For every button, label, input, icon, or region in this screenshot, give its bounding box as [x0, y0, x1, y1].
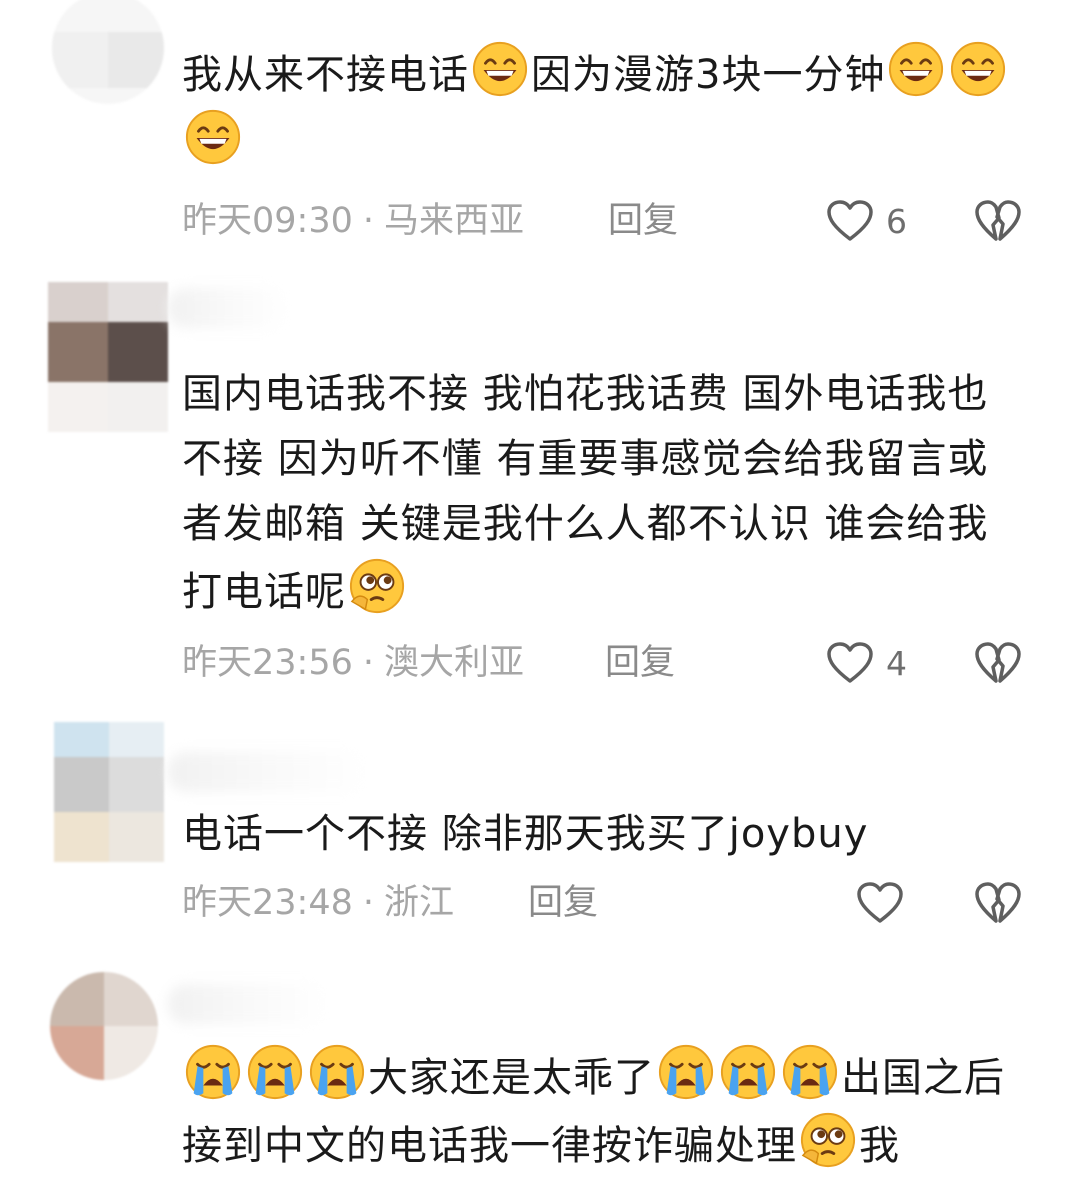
meta-separator: ·	[362, 643, 375, 683]
avatar[interactable]	[50, 972, 158, 1080]
dislike-button[interactable]	[974, 878, 1022, 928]
comment-meta: 昨天23:56 · 澳大利亚	[182, 638, 524, 688]
grin-emoji	[887, 40, 945, 98]
comment-text-segment: 电话一个不接 除非那天我买了joybuy	[182, 811, 869, 857]
username-redacted	[168, 984, 328, 1024]
broken-heart-icon	[974, 881, 1022, 925]
grin-emoji	[949, 40, 1007, 98]
comment-time: 昨天23:56	[182, 643, 353, 683]
crying-emoji	[184, 1043, 242, 1101]
comment-text-segment: 我从来不接电话	[182, 52, 469, 98]
meta-separator: ·	[362, 201, 375, 241]
pleading-emoji	[799, 1111, 857, 1169]
reply-button[interactable]: 回复	[605, 638, 675, 688]
comment-meta: 昨天09:30 · 马来西亚	[182, 196, 524, 246]
comment-text-segment: 大家还是太乖了	[368, 1055, 655, 1101]
crying-emoji	[308, 1043, 366, 1101]
crying-emoji	[781, 1043, 839, 1101]
pleading-emoji	[348, 557, 406, 615]
comment-text: 大家还是太乖了 出国之后接到中文的电话我一律按诈骗处理 我	[182, 1043, 1027, 1179]
reply-button[interactable]: 回复	[528, 878, 598, 928]
heart-outline-icon	[826, 199, 874, 243]
comment-text: 电话一个不接 除非那天我买了joybuy	[182, 802, 1027, 867]
comment-time: 昨天23:48	[182, 883, 353, 923]
dislike-button[interactable]	[974, 196, 1022, 246]
comment-location: 浙江	[384, 883, 455, 923]
meta-separator: ·	[362, 883, 375, 923]
like-count: 4	[886, 643, 907, 683]
like-count: 6	[886, 201, 907, 241]
comment-text: 我从来不接电话 因为漫游3块一分钟	[182, 40, 1027, 176]
reply-button[interactable]: 回复	[608, 196, 678, 246]
broken-heart-icon	[974, 641, 1022, 685]
comment-text-segment: 因为漫游3块一分钟	[531, 52, 886, 98]
crying-emoji	[719, 1043, 777, 1101]
comment-location: 马来西亚	[384, 201, 525, 241]
comment-text: 国内电话我不接 我怕花我话费 国外电话我也不接 因为听不懂 有重要事感觉会给我留…	[182, 362, 1027, 625]
grin-emoji	[184, 108, 242, 166]
avatar[interactable]	[54, 722, 164, 862]
comment-time: 昨天09:30	[182, 201, 353, 241]
comment-meta: 昨天23:48 · 浙江	[182, 878, 454, 928]
grin-emoji	[471, 40, 529, 98]
crying-emoji	[657, 1043, 715, 1101]
comment-location: 澳大利亚	[384, 643, 525, 683]
like-button[interactable]: 4	[826, 638, 907, 688]
heart-outline-icon	[826, 641, 874, 685]
like-button[interactable]: 6	[826, 196, 907, 246]
like-button[interactable]	[856, 878, 916, 928]
heart-outline-icon	[856, 881, 904, 925]
broken-heart-icon	[974, 199, 1022, 243]
username-redacted	[168, 752, 368, 792]
avatar[interactable]	[52, 0, 164, 104]
dislike-button[interactable]	[974, 638, 1022, 688]
crying-emoji	[246, 1043, 304, 1101]
avatar[interactable]	[48, 282, 168, 432]
username-redacted	[168, 288, 288, 328]
comment-text-segment: 国内电话我不接 我怕花我话费 国外电话我也不接 因为听不懂 有重要事感觉会给我留…	[182, 371, 989, 615]
comment-text-segment: 我	[859, 1123, 900, 1169]
